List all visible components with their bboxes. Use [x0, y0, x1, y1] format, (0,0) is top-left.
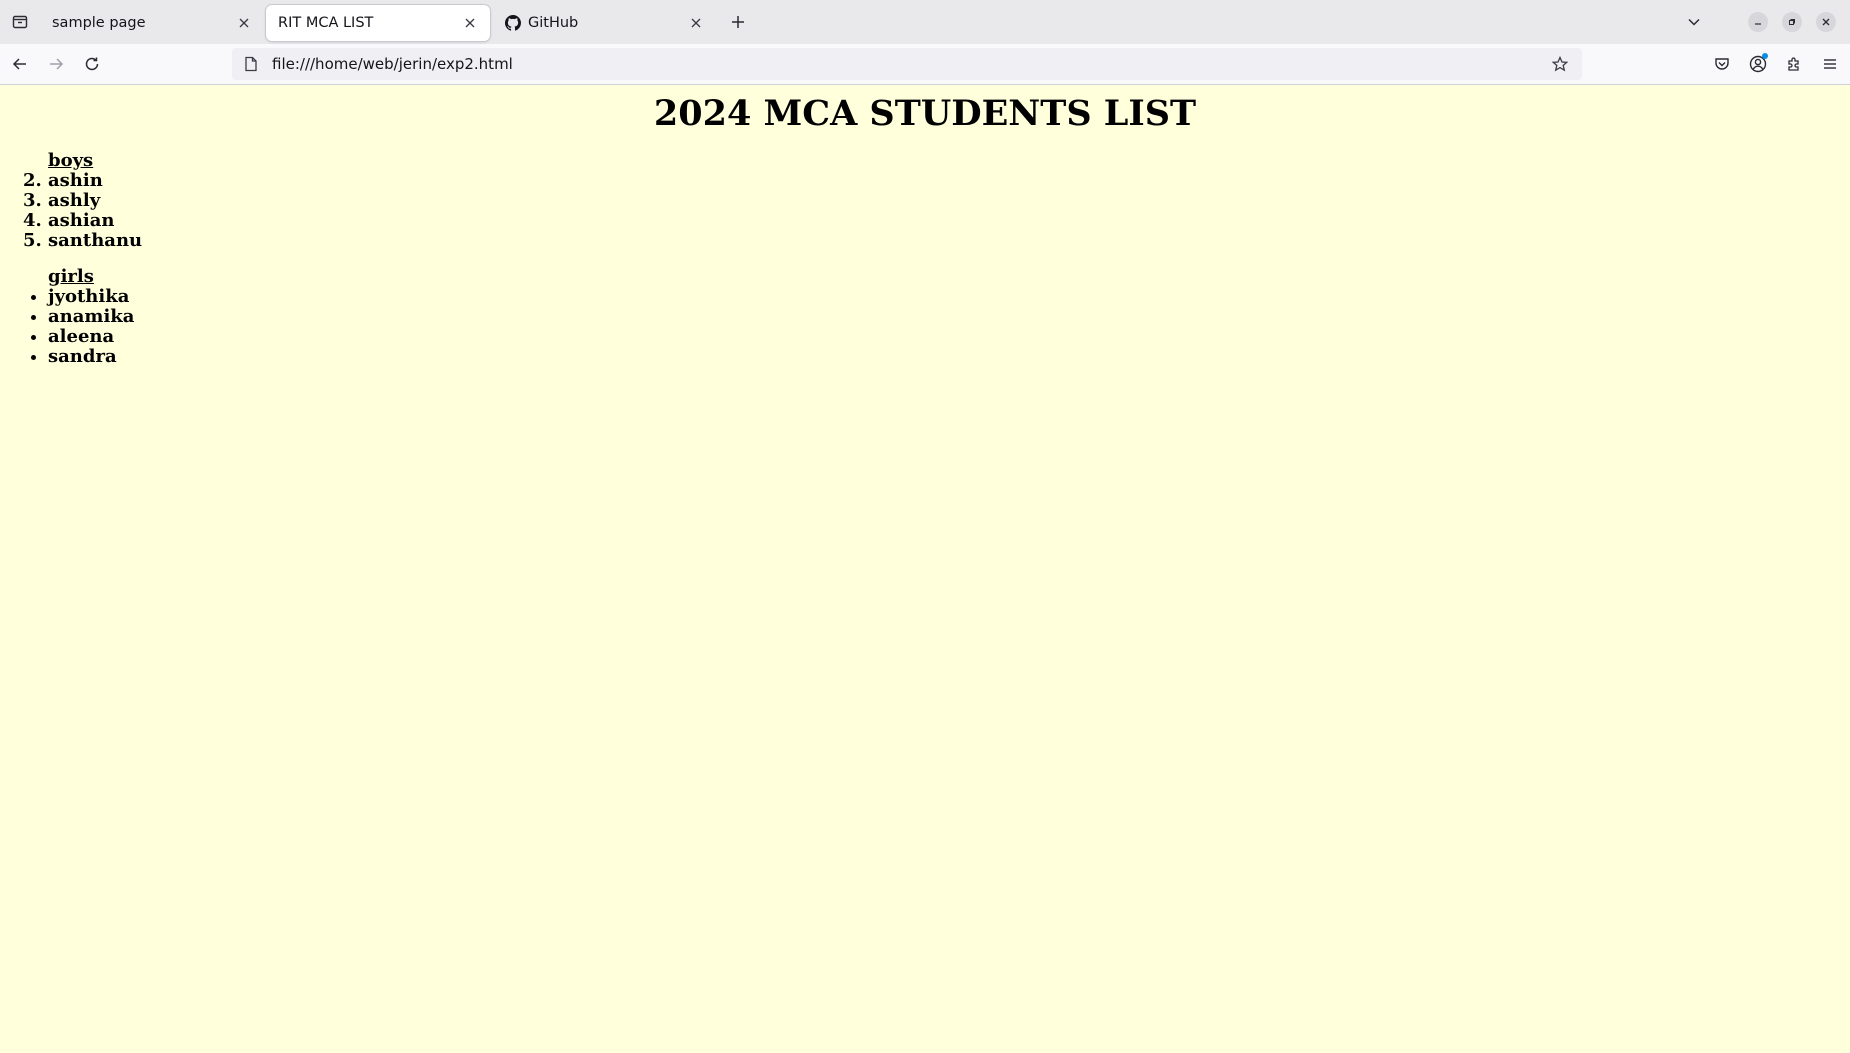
restore-icon [1789, 19, 1795, 25]
list-item: santhanu [48, 231, 1850, 251]
notification-dot [1762, 53, 1768, 59]
bookmark-star-button[interactable] [1548, 52, 1572, 76]
boys-list: boys ashin ashly ashian santhanu [0, 151, 1850, 251]
list-item: ashian [48, 211, 1850, 231]
new-tab-button[interactable] [722, 6, 754, 38]
pocket-icon [1715, 58, 1729, 70]
list-item: ashly [48, 191, 1850, 211]
close-icon [239, 18, 249, 28]
toolbar-right [1706, 44, 1850, 84]
boys-list-heading: boys [48, 150, 94, 171]
list-item: sandra [48, 347, 1850, 367]
hamburger-menu-icon [1824, 59, 1836, 69]
close-tab-button[interactable] [234, 13, 254, 33]
tab-title: RIT MCA LIST [278, 15, 374, 31]
account-button[interactable] [1742, 48, 1774, 80]
tabstrip-controls [1678, 0, 1850, 44]
minimize-button[interactable] [1748, 12, 1768, 32]
close-tab-button[interactable] [460, 13, 480, 33]
github-icon [504, 15, 521, 32]
firefox-view-button[interactable] [0, 0, 40, 44]
plus-icon [732, 16, 744, 28]
list-item: anamika [48, 307, 1850, 327]
restore-button[interactable] [1782, 12, 1802, 32]
app-menu-button[interactable] [1814, 48, 1846, 80]
page-content: 2024 MCA STUDENTS LIST boys ashin ashly … [0, 85, 1850, 1053]
url-text[interactable]: file:///home/web/jerin/exp2.html [272, 55, 1548, 73]
girls-list: girls jyothika anamika aleena sandra [0, 267, 1850, 367]
close-icon [465, 18, 475, 28]
girls-list-heading: girls [48, 266, 94, 287]
browser-window: sample page RIT MCA LIST GitHub file:///… [0, 0, 1850, 1053]
close-window-button[interactable] [1816, 12, 1836, 32]
tab-strip: sample page RIT MCA LIST GitHub [0, 0, 1850, 44]
pocket-button[interactable] [1706, 48, 1738, 80]
address-bar[interactable]: file:///home/web/jerin/exp2.html [232, 48, 1582, 80]
tab-title: GitHub [528, 15, 579, 31]
reload-icon [85, 57, 99, 71]
list-all-tabs-button[interactable] [1678, 6, 1710, 38]
list-item: jyothika [48, 287, 1850, 307]
list-item: aleena [48, 327, 1850, 347]
tab-sample-page[interactable]: sample page [40, 5, 264, 41]
minimize-icon [1755, 23, 1761, 25]
extensions-button[interactable] [1778, 48, 1810, 80]
navigation-toolbar: file:///home/web/jerin/exp2.html [0, 44, 1850, 85]
firefox-view-icon [12, 15, 28, 29]
forward-button[interactable] [40, 48, 72, 80]
tab-title: sample page [52, 15, 146, 31]
tab-github[interactable]: GitHub [492, 5, 716, 41]
close-icon [691, 18, 701, 28]
arrow-left-icon [12, 58, 26, 70]
close-icon [1822, 18, 1830, 26]
close-tab-button[interactable] [686, 13, 706, 33]
star-icon [1552, 56, 1568, 72]
chevron-down-icon [1688, 18, 1700, 26]
puzzle-icon [1788, 57, 1799, 71]
back-button[interactable] [4, 48, 36, 80]
page-icon [242, 55, 260, 73]
tab-rit-mca-list[interactable]: RIT MCA LIST [266, 5, 490, 41]
page-title: 2024 MCA STUDENTS LIST [653, 93, 1197, 134]
list-item: ashin [48, 171, 1850, 191]
reload-button[interactable] [76, 48, 108, 80]
student-lists: boys ashin ashly ashian santhanu girls j… [0, 151, 1850, 367]
arrow-right-icon [50, 58, 64, 70]
